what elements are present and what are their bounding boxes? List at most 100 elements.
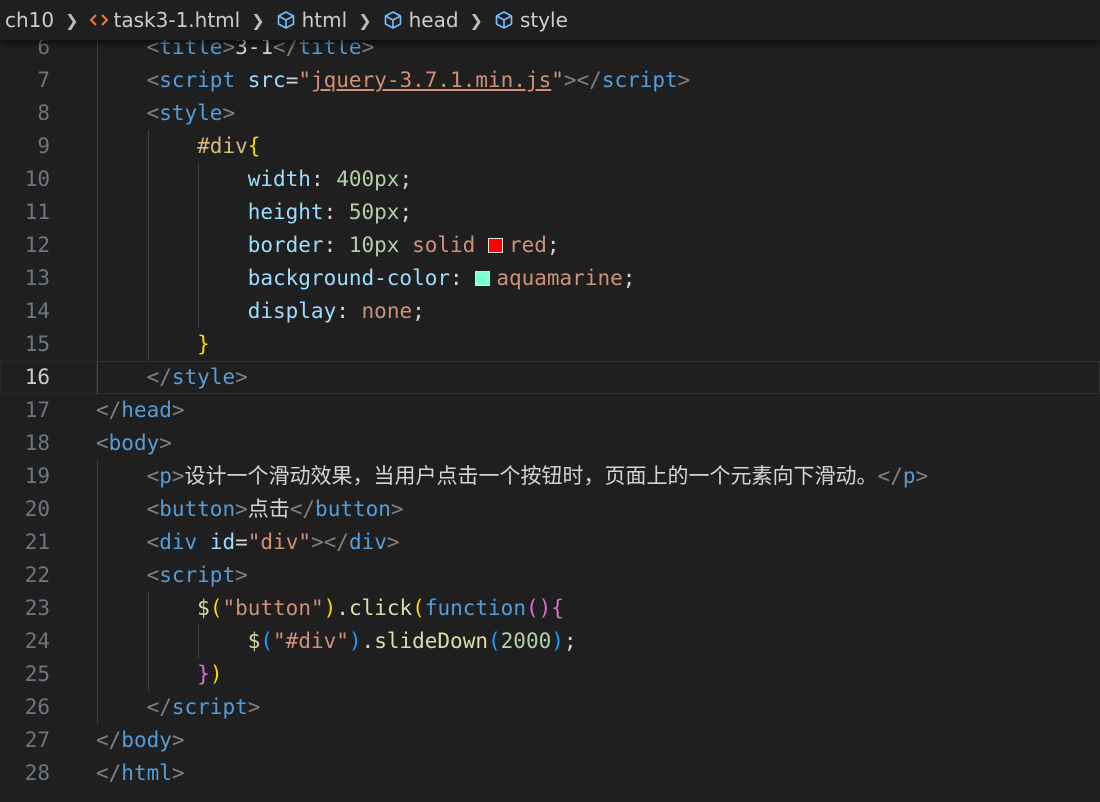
code-line[interactable]: 19 <p>设计一个滑动效果，当用户点击一个按钮时，页面上的一个元素向下滑动。<… <box>0 460 1100 493</box>
code-line[interactable]: 18 <body> <box>0 427 1100 460</box>
code-line[interactable]: 22 <script> <box>0 559 1100 592</box>
code-content: background-color: aquamarine; <box>96 262 636 295</box>
code-token: script <box>159 563 236 587</box>
line-number: 15 <box>24 332 50 356</box>
editor-text-area[interactable]: 6 <title>3-1</title> 7 <script src="jquer… <box>0 0 1100 802</box>
code-token: red <box>508 233 547 257</box>
line-number: 17 <box>24 398 50 422</box>
breadcrumb-item-style[interactable]: style <box>494 8 568 32</box>
code-token: #div <box>197 134 248 158</box>
code-token: ; <box>563 629 577 653</box>
code-token: > <box>390 497 404 521</box>
line-number: 21 <box>24 530 50 554</box>
code-token: aquamarine <box>496 266 623 290</box>
code-line[interactable]: 10 width: 400px; <box>0 163 1100 196</box>
code-token: > <box>171 728 185 752</box>
code-line[interactable]: 20 <button>点击</button> <box>0 493 1100 526</box>
code-line[interactable]: 27 </body> <box>0 724 1100 757</box>
line-number: 10 <box>24 167 50 191</box>
code-token: ; <box>622 266 636 290</box>
breadcrumb-item-html[interactable]: html <box>276 8 348 32</box>
indent-guide <box>147 592 149 625</box>
code-token: style <box>171 365 236 389</box>
code-token: > <box>235 563 248 587</box>
symbol-element-icon <box>276 10 296 30</box>
code-line[interactable]: 24 $("#div").slideDown(2000); <box>0 625 1100 658</box>
code-line[interactable]: 12 border: 10px solid red; <box>0 229 1100 262</box>
line-number: 11 <box>24 200 50 224</box>
code-token: > <box>235 497 248 521</box>
code-token: > <box>915 464 929 488</box>
code-token: width <box>247 167 311 191</box>
code-token: < <box>146 101 160 125</box>
code-line[interactable]: 28 </html> <box>0 757 1100 790</box>
code-token: : <box>323 200 349 224</box>
code-line[interactable]: 14 display: none; <box>0 295 1100 328</box>
breadcrumb-item-head[interactable]: head <box>383 8 459 32</box>
indent-guide <box>147 658 149 691</box>
line-number: 27 <box>24 728 50 752</box>
code-line[interactable]: 26 </script> <box>0 691 1100 724</box>
code-token: < <box>146 68 160 92</box>
code-line[interactable]: 7 <script src="jquery-3.7.1.min.js"></sc… <box>0 64 1100 97</box>
code-token: " <box>298 68 311 92</box>
code-token: ( <box>412 596 425 620</box>
code-token: " <box>551 68 564 92</box>
code-token: : <box>336 299 362 323</box>
line-number: 23 <box>24 596 50 620</box>
line-number: 24 <box>24 629 50 653</box>
code-token: ; <box>399 200 413 224</box>
indent-guide <box>97 229 98 262</box>
code-token: </ <box>146 365 172 389</box>
line-number: 19 <box>24 464 50 488</box>
code-line[interactable]: 15 } <box>0 328 1100 361</box>
code-content: }) <box>96 658 222 691</box>
color-swatch[interactable] <box>475 271 491 286</box>
code-token: 50px <box>348 200 400 224</box>
code-line[interactable]: 23 $("button").click(function(){ <box>0 592 1100 625</box>
code-token: ; <box>546 233 560 257</box>
code-token: display <box>247 299 337 323</box>
code-editor-window: 6 <title>3-1</title> 7 <script src="jquer… <box>0 0 1100 802</box>
breadcrumb-item-file[interactable]: task3-1.html <box>89 8 240 32</box>
indent-guide <box>97 130 98 163</box>
line-number: 26 <box>24 695 50 719</box>
breadcrumb-label: html <box>301 8 348 32</box>
code-line[interactable]: 13 background-color: aquamarine; <box>0 262 1100 295</box>
code-line[interactable]: 25 }) <box>0 658 1100 691</box>
code-line[interactable]: 9 #div{ <box>0 130 1100 163</box>
code-content: $("button").click(function(){ <box>96 592 564 625</box>
code-content: <script src="jquery-3.7.1.min.js"></scri… <box>96 64 691 97</box>
code-token: } <box>197 332 210 356</box>
code-token: } <box>197 662 210 686</box>
code-token: : <box>323 233 349 257</box>
breadcrumb-item-folder[interactable]: ch10 <box>5 8 54 32</box>
code-token: p <box>159 464 172 488</box>
code-line[interactable]: 11 height: 50px; <box>0 196 1100 229</box>
code-token: div <box>159 530 198 554</box>
indent-guide <box>97 97 98 130</box>
indent-guide <box>147 328 149 361</box>
code-token: slideDown <box>374 629 488 653</box>
code-token: ) <box>209 662 223 686</box>
code-line[interactable]: 8 <style> <box>0 97 1100 130</box>
code-line[interactable]: 17 </head> <box>0 394 1100 427</box>
code-token: ></ <box>563 68 602 92</box>
line-number: 25 <box>24 662 50 686</box>
code-token: src <box>247 68 286 92</box>
code-line[interactable]: 16 </style> <box>0 361 1100 394</box>
code-token: $ <box>247 629 261 653</box>
chevron-right-icon: ❯ <box>251 10 265 30</box>
indent-guide <box>198 295 200 328</box>
code-token: > <box>222 101 236 125</box>
color-swatch[interactable] <box>487 238 503 253</box>
code-line[interactable]: 21 <div id="div"></div> <box>0 526 1100 559</box>
